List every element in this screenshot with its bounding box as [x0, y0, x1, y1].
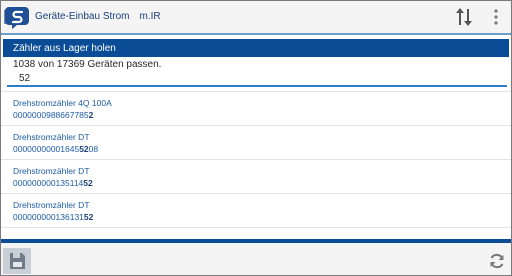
app-window: Geräte-Einbau Strom m.IR Zähler aus Lager… — [0, 0, 512, 276]
item-code: 00000000013511452 — [13, 178, 93, 188]
item-name: Drehstromzähler 4Q 100A — [13, 98, 112, 108]
action-bar: Geräte-Einbau Strom m.IR — [1, 1, 511, 33]
user-name: m.IR — [139, 11, 161, 22]
list-item[interactable]: Drehstromzähler 4Q 100A 0000000988667785… — [1, 91, 511, 126]
list-item-partial[interactable] — [1, 227, 511, 237]
refresh-icon[interactable] — [488, 252, 506, 270]
app-title: Geräte-Einbau Strom m.IR — [35, 11, 161, 22]
app-logo-icon[interactable] — [3, 4, 31, 30]
item-name: Drehstromzähler DT — [13, 166, 90, 176]
sort-up-down-icon[interactable] — [455, 6, 473, 28]
item-name: Drehstromzähler DT — [13, 200, 90, 210]
list-item[interactable]: Drehstromzähler DT 000000000016455208 — [1, 125, 511, 160]
device-list: Drehstromzähler 4Q 100A 0000000988667785… — [1, 91, 511, 237]
save-button[interactable] — [3, 248, 31, 274]
item-code: 000000000016455208 — [13, 144, 99, 154]
top-divider — [1, 33, 511, 35]
save-icon — [10, 253, 25, 269]
panel-header: Zähler aus Lager holen — [3, 39, 509, 57]
item-code: 00000000013613152 — [13, 212, 94, 222]
list-item[interactable]: Drehstromzähler DT 00000000013511452 — [1, 159, 511, 194]
list-item[interactable]: Drehstromzähler DT 00000000013613152 — [1, 193, 511, 228]
bottom-bar — [1, 243, 511, 275]
app-title-text: Geräte-Einbau Strom — [35, 11, 130, 22]
item-code: 00000009886677852 — [13, 110, 94, 120]
panel-header-label: Zähler aus Lager holen — [13, 43, 116, 54]
match-count: 1038 von 17369 Geräten passen. — [13, 59, 162, 70]
item-name: Drehstromzähler DT — [13, 132, 90, 142]
overflow-menu-icon[interactable] — [491, 8, 501, 26]
search-input[interactable] — [7, 71, 507, 87]
